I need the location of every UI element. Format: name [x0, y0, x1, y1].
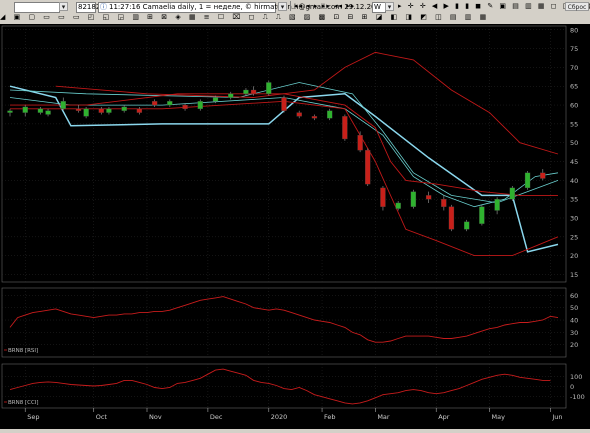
candle-up	[7, 110, 13, 113]
info-icon: ⓘ	[100, 3, 107, 11]
x-tick-label: Nov	[149, 413, 162, 421]
candle-up	[37, 108, 44, 113]
price-tick-label: 30	[570, 215, 578, 223]
cci-tick-label: -100	[570, 393, 585, 401]
candle-up	[167, 101, 173, 106]
candle-up	[45, 110, 51, 115]
candle-down	[296, 112, 302, 117]
x-tick-label: Sep	[27, 413, 39, 421]
price-tick-label: 55	[570, 120, 578, 128]
candle-up	[494, 199, 500, 211]
rsi-tick-label: 50	[570, 304, 578, 312]
price-tick-label: 40	[570, 177, 578, 185]
price-tick-label: 80	[570, 26, 578, 34]
cci-tick-label: 0	[570, 383, 574, 391]
candle-up	[121, 106, 127, 111]
price-tick-label: 50	[570, 139, 578, 147]
rsi-label: BRN8 [RSI]	[8, 348, 38, 354]
candle-down	[75, 108, 82, 111]
candle-up	[410, 191, 417, 207]
count-value: 82182	[78, 3, 101, 11]
nav-buttons[interactable]: ◂◂ ◂ ▸ ▸▸ ◂◂ ▸▸	[294, 2, 355, 11]
options-button[interactable]: ▾	[278, 2, 287, 11]
candle-down	[342, 116, 348, 140]
candle-up	[212, 97, 219, 102]
x-tick-label: Apr	[438, 413, 450, 421]
candle-up	[395, 202, 401, 209]
candle-up	[509, 187, 515, 200]
x-tick-label: Oct	[96, 413, 108, 421]
x-tick-label: Jun	[551, 413, 562, 421]
candle-down	[281, 97, 287, 111]
candle-down	[182, 104, 188, 109]
candle-down	[151, 101, 158, 106]
candle-up	[106, 108, 112, 113]
reset-button[interactable]: Сброс	[565, 2, 589, 11]
x-tick-label: Dec	[210, 413, 223, 421]
rsi-tick-label: 20	[570, 341, 578, 349]
cci-tick-label: 100	[570, 373, 582, 381]
price-tick-label: 70	[570, 64, 578, 72]
candle-up	[524, 172, 531, 189]
candle-down	[357, 135, 363, 151]
candle-up	[22, 106, 28, 113]
chart-tool-icons[interactable]: ◢ ▣ ▢ ▭ ▭ ▭ ◰ ◱ ◲ ▥ ⊞ ⊠ ◈ ▦ ≡ ☐ ⌧ ◻ ⎍ ⎍ …	[0, 13, 489, 22]
rsi-tick-label: 40	[570, 317, 578, 325]
period-value: W	[374, 3, 381, 11]
x-tick-label: Feb	[324, 413, 336, 421]
candle-down	[380, 187, 386, 207]
price-tick-label: 20	[570, 252, 578, 260]
candle-down	[425, 195, 432, 200]
candle-up	[327, 110, 333, 119]
toolbar: ▾ 82182 ⓘ 11:27:16 Camaelia daily, 1 = н…	[0, 0, 590, 25]
candle-down	[250, 89, 257, 94]
candle-up	[266, 82, 272, 94]
period-dropdown-icon[interactable]: ▾	[385, 2, 394, 11]
candle-down	[311, 116, 318, 119]
price-tick-label: 65	[570, 83, 578, 91]
tool-icons[interactable]: ▸ ✛ ✛ ◀ ▶ ▮ ▮ ◼ ✎ ▣ ▤ ▥ ▦ ◻ ◫ ▧ ▨	[398, 2, 590, 11]
candle-up	[243, 89, 249, 94]
candle-down	[136, 108, 143, 113]
reset-label: Сброс	[567, 4, 587, 11]
price-tick-label: 60	[570, 102, 578, 110]
x-tick-label: May	[492, 413, 506, 421]
candle-down	[98, 108, 104, 113]
candle-down	[365, 150, 371, 185]
candle-up	[83, 108, 89, 117]
candle-up	[464, 221, 470, 230]
candle-down	[448, 206, 455, 230]
price-tick-label: 75	[570, 45, 578, 53]
x-tick-label: Mar	[377, 413, 390, 421]
x-tick-label: 2020	[271, 413, 288, 421]
price-chart: 15 20 25 30 35 40 45 50 55 60 65 70 75 80 20 30 40 50 60 BR…	[0, 24, 590, 429]
rsi-tick-label: 60	[570, 292, 578, 300]
cci-label: BRN8 [CCI]	[8, 400, 39, 406]
candle-up	[197, 101, 203, 109]
price-tick-label: 45	[570, 158, 578, 166]
candle-up	[60, 101, 66, 109]
rsi-tick-label: 30	[570, 329, 578, 337]
candle-up	[228, 93, 234, 98]
price-tick-label: 35	[570, 196, 578, 204]
chart-background	[0, 24, 590, 429]
candle-up	[479, 206, 485, 224]
price-tick-label: 15	[570, 271, 578, 279]
dropdown-icon[interactable]: ▾	[59, 2, 68, 11]
candle-down	[540, 172, 546, 179]
chart-area: 15 20 25 30 35 40 45 50 55 60 65 70 75 80 20 30 40 50 60 BR…	[0, 24, 590, 429]
price-tick-label: 25	[570, 233, 578, 241]
candle-down	[441, 199, 447, 207]
